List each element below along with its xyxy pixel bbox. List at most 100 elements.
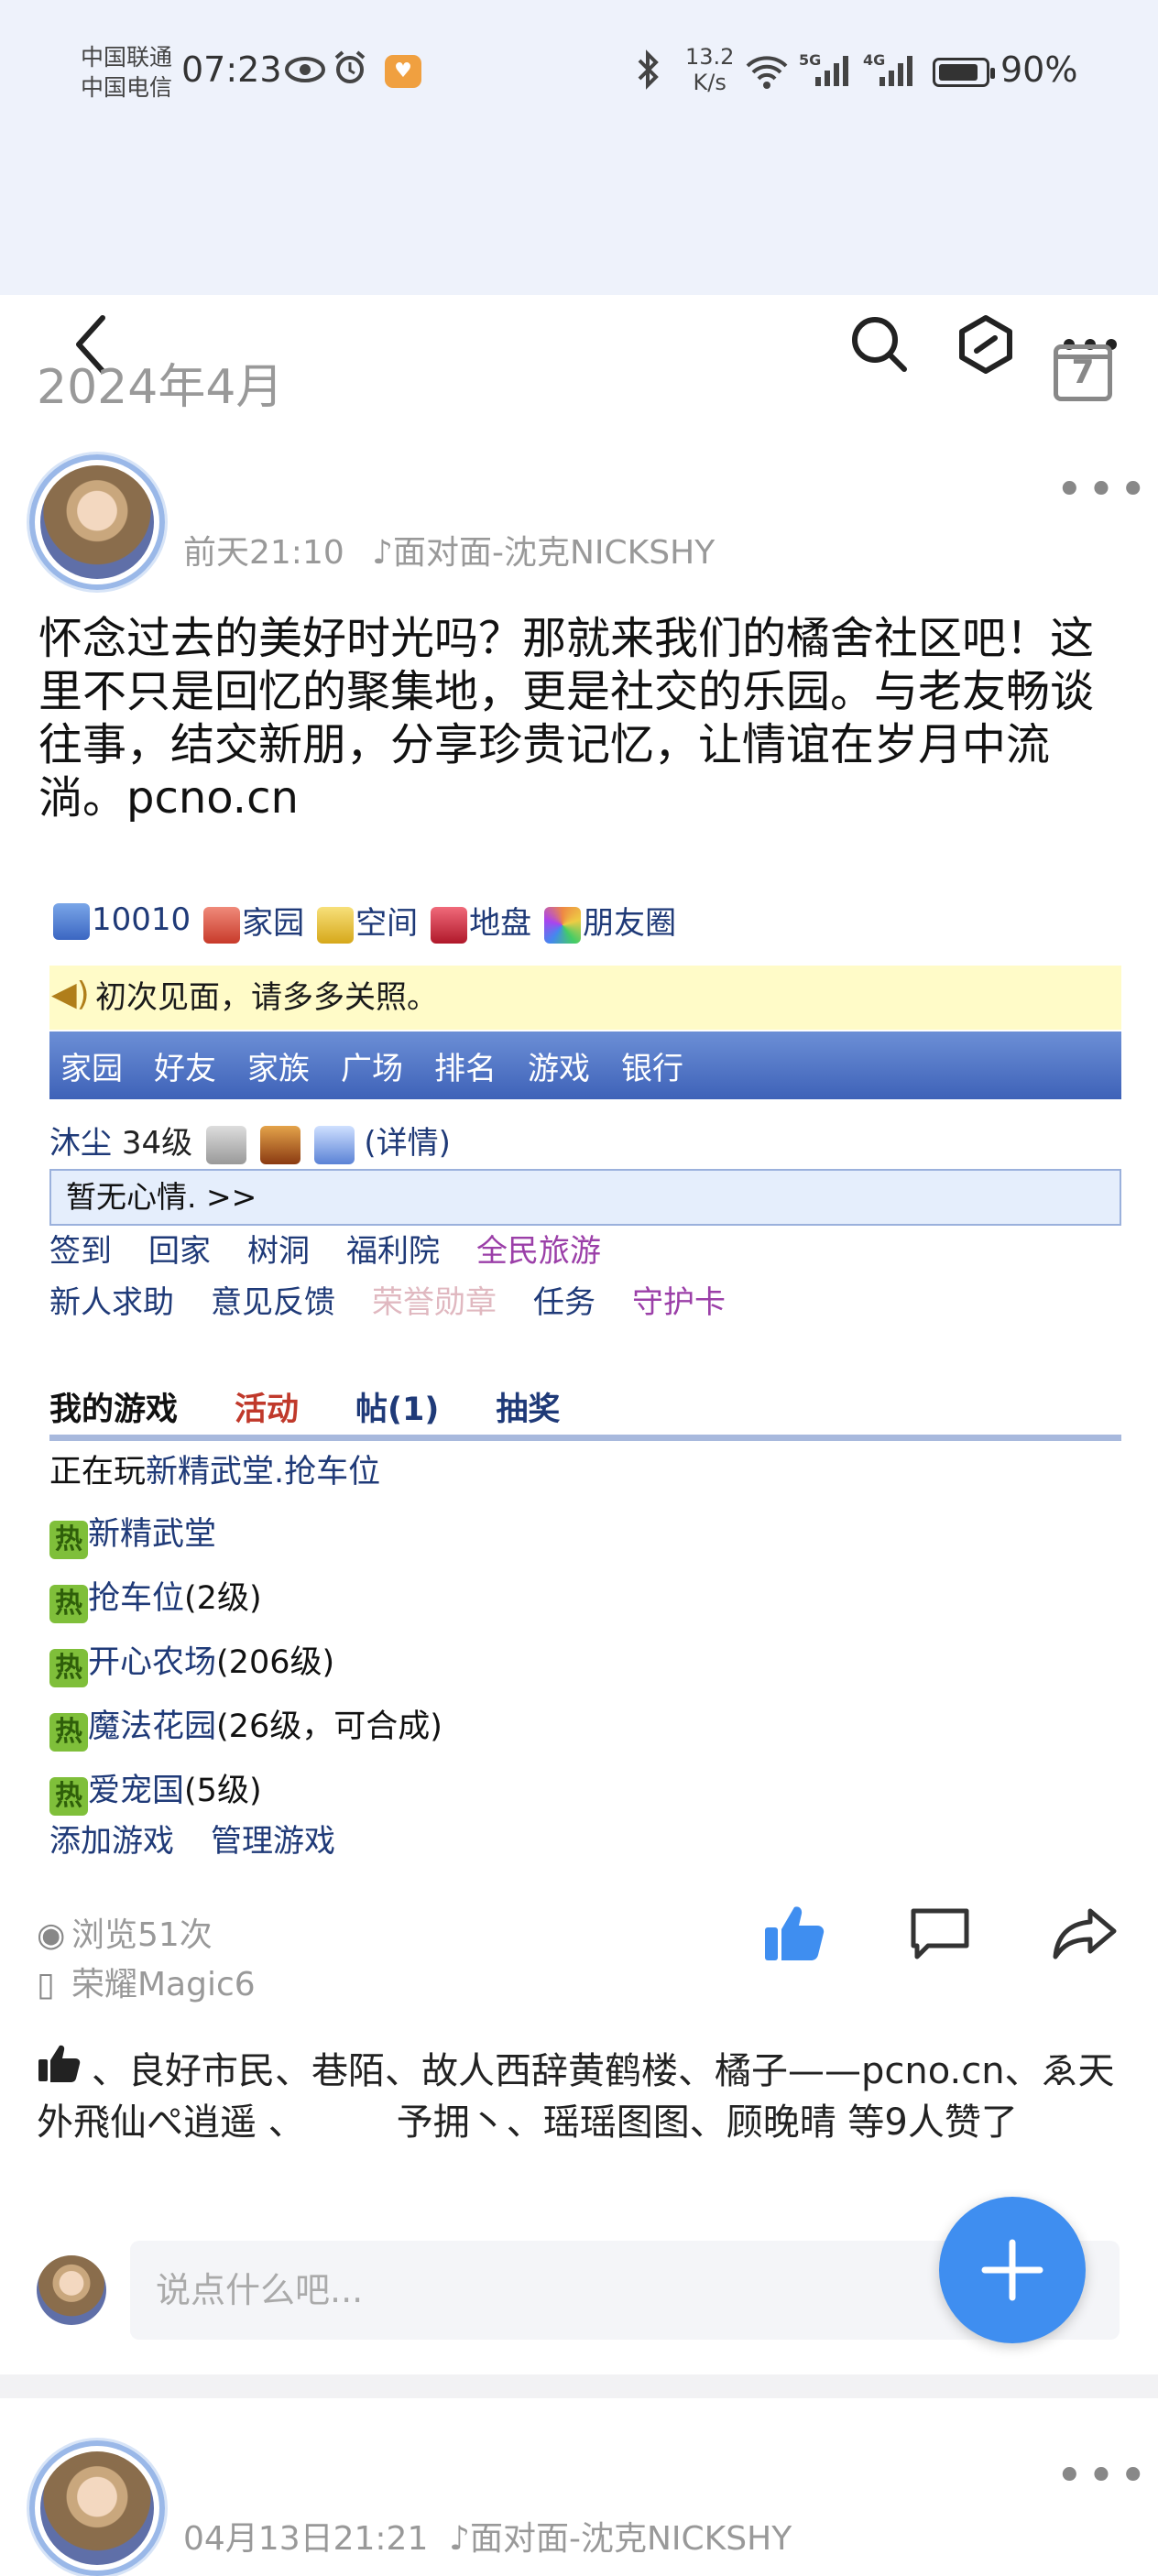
app-notification-icon: ♥ bbox=[385, 55, 421, 88]
game-item: 热抢车位(2级) bbox=[49, 1572, 262, 1623]
hot-icon: 热 bbox=[49, 1713, 88, 1752]
embed-user-name[interactable]: 沐尘 bbox=[49, 1125, 112, 1162]
status-bar: 中国联通 中国电信 07:23 ♥ 13.2 K/s 5G 4G 90% bbox=[0, 0, 1158, 147]
manage-game-link[interactable]: 管理游戏 bbox=[211, 1816, 335, 1861]
share-button[interactable] bbox=[1048, 1896, 1121, 1970]
post-stats: ◉ 浏览51次 ▯ 荣耀Magic6 bbox=[37, 1911, 256, 2010]
likes-list: 、良好市民、巷陌、故人西辞黄鹤楼、橘子——pcno.cn、ゑ天外飛仙ぺ逍遥 、 … bbox=[37, 2043, 1127, 2148]
embed-bar-link[interactable]: 家族 bbox=[247, 1043, 310, 1088]
music-note-icon: ♪ bbox=[372, 534, 393, 572]
like-button[interactable] bbox=[759, 1896, 832, 1970]
hot-icon: 热 bbox=[49, 1585, 88, 1623]
embed-link-row-a: 签到 回家 树洞 福利院 全民旅游 bbox=[49, 1226, 601, 1271]
tab-activity[interactable]: 活动 bbox=[235, 1383, 299, 1430]
device-row: ▯ 荣耀Magic6 bbox=[37, 1960, 256, 2010]
embed-link[interactable]: 意见反馈 bbox=[211, 1277, 335, 1322]
embed-link[interactable]: 回家 bbox=[148, 1226, 211, 1271]
embed-link-muted[interactable]: 荣誉勋章 bbox=[372, 1277, 497, 1322]
comment-button[interactable] bbox=[903, 1896, 977, 1970]
manage-games-row: 添加游戏 管理游戏 bbox=[49, 1816, 335, 1861]
embed-bar-link[interactable]: 家园 bbox=[60, 1043, 123, 1088]
embed-mood[interactable]: 暂无心情. >> bbox=[49, 1169, 1121, 1226]
device-name: 荣耀Magic6 bbox=[71, 1966, 256, 2003]
phone-icon: ▯ bbox=[37, 1966, 55, 2003]
embed-link-row-b: 新人求助 意见反馈 荣誉勋章 任务 守护卡 bbox=[49, 1277, 726, 1322]
post-more-button[interactable]: ••• bbox=[1055, 466, 1151, 514]
embed-link-colorful[interactable]: 守护卡 bbox=[632, 1277, 726, 1322]
embed-link[interactable]: 树洞 bbox=[247, 1226, 310, 1271]
embed-link-home[interactable]: 家园 bbox=[203, 898, 304, 944]
add-post-fab[interactable] bbox=[939, 2197, 1086, 2343]
avatar[interactable] bbox=[40, 465, 154, 579]
add-game-link[interactable]: 添加游戏 bbox=[49, 1816, 174, 1861]
bluetooth-icon bbox=[634, 49, 661, 99]
tab-underline bbox=[49, 1435, 1121, 1441]
post-source: ♪面对面-沈克NICKSHY bbox=[449, 2512, 792, 2560]
embed-bar-link[interactable]: 好友 bbox=[154, 1043, 216, 1088]
game-link[interactable]: 抢车位 bbox=[88, 1580, 184, 1617]
game-link[interactable]: 爱宠国 bbox=[88, 1773, 184, 1809]
tab-lottery[interactable]: 抽奖 bbox=[496, 1383, 560, 1430]
embed-link[interactable]: 新人求助 bbox=[49, 1277, 174, 1322]
network-speed: 13.2 K/s bbox=[685, 44, 734, 95]
embed-blue-nav: 家园 好友 家族 广场 排名 游戏 银行 bbox=[49, 1031, 1121, 1099]
embed-link[interactable]: 签到 bbox=[49, 1226, 112, 1271]
carrier-1: 中国联通 bbox=[81, 44, 173, 71]
post-source: ♪面对面-沈克NICKSHY bbox=[372, 526, 715, 573]
embed-details-link[interactable]: (详情) bbox=[364, 1125, 451, 1162]
embed-link-space[interactable]: 空间 bbox=[317, 898, 418, 944]
embed-link-colorful[interactable]: 全民旅游 bbox=[476, 1226, 601, 1271]
post-more-button[interactable]: ••• bbox=[1055, 2452, 1151, 2500]
status-time: 07:23 bbox=[181, 49, 282, 90]
game-link[interactable]: 魔法花园 bbox=[88, 1708, 216, 1745]
battery-fill bbox=[939, 64, 978, 81]
embed-link-10010[interactable]: 10010 bbox=[53, 901, 191, 940]
eye-icon bbox=[284, 53, 326, 93]
game-level: (26级，可合成) bbox=[216, 1708, 442, 1745]
playing-games-link[interactable]: 新精武堂.抢车位 bbox=[146, 1454, 380, 1490]
embed-link-moments[interactable]: 朋友圈 bbox=[544, 898, 676, 944]
embed-bar-link[interactable]: 银行 bbox=[621, 1043, 683, 1088]
game-item: 热新精武堂 bbox=[49, 1508, 216, 1559]
thumb-up-icon bbox=[37, 2043, 92, 2097]
tab-my-games[interactable]: 我的游戏 bbox=[49, 1383, 178, 1430]
speaker-icon: ◀) bbox=[51, 976, 90, 1013]
game-link[interactable]: 开心农场 bbox=[88, 1644, 216, 1681]
battery-icon bbox=[933, 58, 995, 87]
post-text: 怀念过去的美好时光吗？那就来我们的橘舍社区吧！这里不只是回忆的聚集地，更是社交的… bbox=[38, 613, 1095, 824]
likes-text: 、良好市民、巷陌、故人西辞黄鹤楼、橘子——pcno.cn、ゑ天外飛仙ぺ逍遥 、 … bbox=[37, 2050, 1115, 2144]
embed-user-level: 34级 bbox=[121, 1125, 193, 1162]
alarm-icon bbox=[332, 49, 368, 94]
calendar-button[interactable]: 7 bbox=[1054, 344, 1112, 401]
embed-bar-link[interactable]: 广场 bbox=[341, 1043, 403, 1088]
signal-1-icon bbox=[814, 53, 854, 94]
post-separator bbox=[0, 2374, 1158, 2398]
views-count: 浏览51次 bbox=[71, 1916, 213, 1954]
playing-line: 正在玩新精武堂.抢车位 bbox=[49, 1446, 380, 1492]
avatar[interactable] bbox=[40, 2451, 154, 2565]
embed-link-territory[interactable]: 地盘 bbox=[431, 898, 531, 944]
user-avatar-icon bbox=[205, 1125, 246, 1164]
embed-notice-text: 初次见面，请多多关照。 bbox=[95, 979, 438, 1016]
game-level: (206级) bbox=[216, 1644, 335, 1681]
speed-unit: K/s bbox=[693, 70, 726, 95]
embed-game-tabs: 我的游戏 活动 帖(1) 抽奖 bbox=[49, 1383, 560, 1430]
embed-user-line: 沐尘 34级 (详情) bbox=[49, 1118, 451, 1164]
embed-link[interactable]: 任务 bbox=[533, 1277, 595, 1322]
post-source-label: 面对面-沈克NICKSHY bbox=[469, 2520, 792, 2558]
eye-icon: ◉ bbox=[37, 1916, 66, 1954]
embed-bar-link[interactable]: 游戏 bbox=[528, 1043, 590, 1088]
embed-bar-link[interactable]: 排名 bbox=[434, 1043, 497, 1088]
game-item: 热爱宠国(5级) bbox=[49, 1764, 262, 1816]
carrier-labels: 中国联通 中国电信 bbox=[81, 42, 172, 103]
views-row: ◉ 浏览51次 bbox=[37, 1911, 256, 1960]
top-navbar bbox=[0, 147, 1158, 374]
post-time: 前天21:10 bbox=[183, 534, 344, 572]
tab-posts[interactable]: 帖(1) bbox=[355, 1383, 439, 1430]
game-link[interactable]: 新精武堂 bbox=[88, 1516, 216, 1553]
carrier-2: 中国电信 bbox=[81, 74, 173, 101]
hexagon-icon-button[interactable] bbox=[949, 308, 1022, 381]
search-button[interactable] bbox=[843, 308, 916, 381]
embed-link[interactable]: 福利院 bbox=[346, 1226, 440, 1271]
commenter-avatar bbox=[37, 2255, 106, 2325]
